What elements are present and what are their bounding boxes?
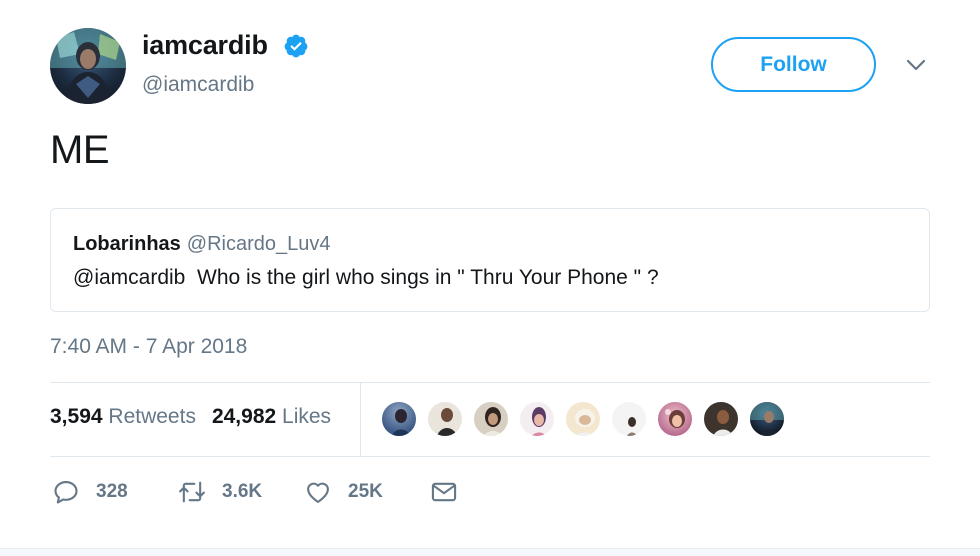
profile-avatar-icon <box>50 28 126 104</box>
author-avatar[interactable] <box>50 28 126 104</box>
retweets-stat[interactable]: 3,594 Retweets <box>50 405 196 428</box>
liker-avatar-9[interactable] <box>748 400 786 438</box>
divider <box>50 456 930 457</box>
envelope-icon <box>431 482 457 502</box>
likes-label: Likes <box>282 405 332 428</box>
quoted-tweet-text: @iamcardib Who is the girl who sings in … <box>73 266 659 289</box>
liker-avatar-8[interactable] <box>702 400 740 438</box>
like-count: 25K <box>348 481 383 502</box>
bottom-border <box>0 548 980 556</box>
likes-count: 24,982 <box>211 405 277 428</box>
retweet-button[interactable]: 3.6K <box>178 476 262 508</box>
chevron-down-icon[interactable] <box>905 57 927 73</box>
liker-avatar-2[interactable] <box>426 400 464 438</box>
quoted-tweet-header: Lobarinhas @Ricardo_Luv4 <box>73 233 331 256</box>
direct-message-button[interactable] <box>430 476 458 508</box>
likes-stat[interactable]: 24,982 Likes <box>212 405 331 428</box>
retweet-count: 3.6K <box>222 481 263 502</box>
reply-count: 328 <box>96 481 128 502</box>
verified-badge-icon <box>284 34 308 58</box>
quoted-author-name: Lobarinhas <box>73 233 181 255</box>
follow-button[interactable]: Follow <box>711 37 876 92</box>
liker-avatar-7[interactable] <box>656 400 694 438</box>
reply-button[interactable]: 328 <box>52 476 128 508</box>
liker-avatar-4[interactable] <box>518 400 556 438</box>
like-button[interactable]: 25K <box>304 476 383 508</box>
quoted-tweet-card[interactable]: Lobarinhas @Ricardo_Luv4 @iamcardib Who i… <box>50 208 930 312</box>
liker-avatar-6[interactable] <box>610 400 648 438</box>
retweets-label: Retweets <box>108 405 196 428</box>
liker-avatar-3[interactable] <box>472 400 510 438</box>
tweet-timestamp[interactable]: 7:40 AM - 7 Apr 2018 <box>50 335 247 359</box>
reply-icon <box>54 481 78 504</box>
quoted-author-handle: @Ricardo_Luv4 <box>186 233 331 255</box>
retweets-count: 3,594 <box>50 405 103 428</box>
liker-avatar-5[interactable] <box>564 400 602 438</box>
heart-icon <box>307 482 329 503</box>
stats-vertical-divider <box>360 383 361 456</box>
retweet-icon <box>179 481 205 503</box>
author-display-name[interactable]: iamcardib <box>142 30 268 61</box>
liker-avatar-1[interactable] <box>380 400 418 438</box>
author-handle[interactable]: @iamcardib <box>142 73 254 97</box>
tweet-stats: 3,594 Retweets 24,982 Likes <box>50 405 331 429</box>
tweet-text: ME <box>50 128 110 172</box>
divider <box>50 382 930 383</box>
